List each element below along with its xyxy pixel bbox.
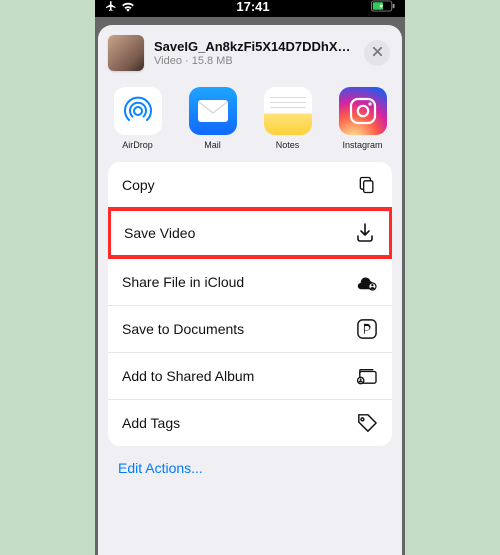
file-title: SaveIG_An8kzFi5X14D7DDhXM... — [154, 39, 354, 54]
tag-icon — [356, 412, 378, 434]
share-target-airdrop[interactable]: AirDrop — [110, 87, 165, 150]
action-copy[interactable]: Copy — [108, 162, 392, 208]
close-icon — [372, 44, 383, 62]
share-target-notes[interactable]: Notes — [260, 87, 315, 150]
share-target-instagram[interactable]: Instagram — [335, 87, 390, 150]
battery-icon — [371, 0, 395, 12]
action-shared-album[interactable]: Add to Shared Album — [108, 352, 392, 399]
wifi-icon — [121, 1, 135, 12]
action-label: Save Video — [124, 225, 195, 241]
share-label: Mail — [204, 140, 221, 150]
action-add-tags[interactable]: Add Tags — [108, 399, 392, 446]
share-sheet: SaveIG_An8kzFi5X14D7DDhXM... Video · 15.… — [98, 25, 402, 555]
share-label: Notes — [276, 140, 300, 150]
icloud-share-icon — [356, 271, 378, 293]
airdrop-icon — [114, 87, 162, 135]
actions-list: Copy Save Video Share File in iCloud — [108, 162, 392, 446]
share-label: AirDrop — [122, 140, 153, 150]
mail-icon — [189, 87, 237, 135]
copy-icon — [356, 174, 378, 196]
action-label: Copy — [122, 177, 155, 193]
shared-album-icon — [356, 365, 378, 387]
file-info: SaveIG_An8kzFi5X14D7DDhXM... Video · 15.… — [154, 39, 354, 67]
action-save-video[interactable]: Save Video — [108, 207, 392, 259]
notes-icon — [264, 87, 312, 135]
status-time: 17:41 — [236, 0, 269, 14]
phone-frame: 17:41 SaveIG_An8kzFi5X14D7DDhXM... Video… — [95, 0, 405, 555]
edit-actions-label: Edit Actions... — [118, 460, 203, 476]
action-share-icloud[interactable]: Share File in iCloud — [108, 258, 392, 305]
instagram-icon — [339, 87, 387, 135]
share-targets-row[interactable]: AirDrop Mail Notes Instagram — [98, 81, 402, 162]
sheet-header: SaveIG_An8kzFi5X14D7DDhXM... Video · 15.… — [98, 25, 402, 81]
file-thumbnail — [108, 35, 144, 71]
share-target-mail[interactable]: Mail — [185, 87, 240, 150]
status-bar: 17:41 — [95, 0, 405, 17]
file-subtitle: Video · 15.8 MB — [154, 55, 354, 67]
edit-actions-link[interactable]: Edit Actions... — [98, 446, 402, 496]
action-label: Add Tags — [122, 415, 180, 431]
close-button[interactable] — [364, 40, 390, 66]
action-label: Save to Documents — [122, 321, 244, 337]
airplane-mode-icon — [105, 0, 117, 12]
share-label: Instagram — [342, 140, 382, 150]
download-icon — [354, 222, 376, 244]
action-save-documents[interactable]: Save to Documents — [108, 305, 392, 352]
documents-app-icon — [356, 318, 378, 340]
action-label: Add to Shared Album — [122, 368, 254, 384]
action-label: Share File in iCloud — [122, 274, 244, 290]
